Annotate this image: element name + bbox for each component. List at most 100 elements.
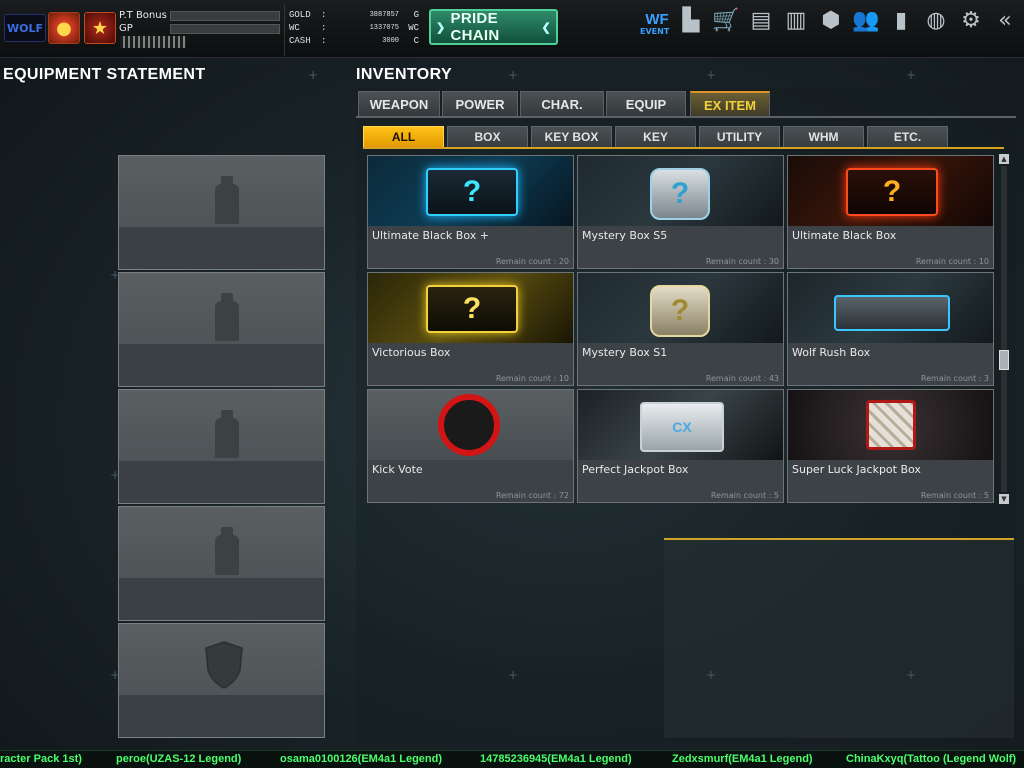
pride-chain-button[interactable]: ❯ PRIDE CHAIN ❮ <box>429 9 558 45</box>
item-card[interactable]: ? Ultimate Black Box Remain count : 10 <box>787 155 994 269</box>
item-name: Ultimate Black Box + <box>372 229 489 242</box>
subtab-box[interactable]: BOX <box>447 126 528 148</box>
ultimate-black-box-image: ? <box>788 156 993 226</box>
equipment-slot[interactable] <box>118 389 325 504</box>
tab-power[interactable]: POWER <box>442 91 518 117</box>
item-name: Kick Vote <box>372 463 423 476</box>
box-icon[interactable]: ⬢ <box>816 6 846 36</box>
toolbox-icon[interactable]: ▤ <box>746 6 776 36</box>
subtab-key[interactable]: KEY <box>615 126 696 148</box>
scroll-thumb[interactable] <box>999 350 1009 370</box>
globe-icon[interactable]: ◍ <box>921 6 951 36</box>
tab-char[interactable]: CHAR. <box>520 91 604 117</box>
wc-value: 1337075 <box>369 24 399 32</box>
item-name: Mystery Box S5 <box>582 229 668 242</box>
pride-chain-label: PRIDE CHAIN <box>450 10 500 44</box>
gold-row: GOLD : 3887857 G <box>289 10 419 20</box>
gold-unit: G <box>413 10 419 20</box>
subtab-key-box[interactable]: KEY BOX <box>531 126 612 148</box>
ticker-item: Zedxsmurf(EM4a1 Legend) <box>672 753 813 765</box>
tab-ex-item[interactable]: EX ITEM <box>690 91 770 117</box>
victorious-box-image: ? <box>368 273 573 343</box>
item-card[interactable]: ? Ultimate Black Box + Remain count : 20 <box>367 155 574 269</box>
cash-row: CASH : 3000 C <box>289 36 419 46</box>
item-card[interactable]: ? Mystery Box S5 Remain count : 30 <box>577 155 784 269</box>
inventory-scrollbar[interactable]: ▲ ▼ <box>998 154 1010 504</box>
spray-icon <box>215 176 239 224</box>
item-name: Perfect Jackpot Box <box>582 463 689 476</box>
plus-mark-icon: + <box>508 68 519 82</box>
shop-icon[interactable]: 🛒 <box>711 6 741 36</box>
chevron-right-icon: ❯ <box>436 21 446 34</box>
item-card[interactable]: Wolf Rush Box Remain count : 3 <box>787 272 994 386</box>
ranking-icon[interactable]: ▙ <box>676 6 706 36</box>
item-card[interactable]: ? Mystery Box S1 Remain count : 43 <box>577 272 784 386</box>
item-description-panel <box>664 538 1014 738</box>
shield-icon <box>205 641 243 689</box>
ultimate-black-box-plus-image: ? <box>368 156 573 226</box>
locker-icon[interactable]: ▥ <box>781 6 811 36</box>
wc-row: WC : 1337075 WC <box>289 23 419 33</box>
gold-value: 3887857 <box>369 11 399 19</box>
item-name: Wolf Rush Box <box>792 346 871 359</box>
subtab-all[interactable]: ALL <box>363 126 444 148</box>
item-remain-count: Remain count : 10 <box>495 374 569 383</box>
news-ticker: racter Pack 1st) peroe(UZAS-12 Legend) o… <box>0 750 1024 768</box>
item-card[interactable]: Kick Vote Remain count : 72 <box>367 389 574 503</box>
super-luck-jackpot-box-image <box>788 390 993 460</box>
pt-bonus-bar <box>170 11 280 21</box>
event-label: EVENT <box>640 27 670 36</box>
chevron-left-icon: ❮ <box>541 21 551 34</box>
currency-panel: GOLD : 3887857 G WC : 1337075 WC CASH : … <box>284 4 424 56</box>
cash-label: CASH <box>289 36 311 46</box>
equipment-slot[interactable] <box>118 623 325 738</box>
subtab-etc[interactable]: ETC. <box>867 126 948 148</box>
plus-mark-icon: + <box>308 668 319 682</box>
subtab-whm[interactable]: WHM <box>783 126 864 148</box>
equipment-slot[interactable] <box>118 506 325 621</box>
gp-bar <box>170 24 280 34</box>
plus-mark-icon: + <box>706 668 717 682</box>
cash-unit: C <box>413 36 419 46</box>
item-card[interactable]: Super Luck Jackpot Box Remain count : 5 <box>787 389 994 503</box>
player-nickname <box>120 36 186 48</box>
wc-label: WC <box>289 23 300 33</box>
cash-value: 3000 <box>382 37 399 45</box>
top-bar: WOLF ● ★ P.T Bonus GP GOLD : 3887857 G W… <box>0 0 1024 58</box>
inventory-title: INVENTORY <box>356 66 453 83</box>
plus-mark-icon: + <box>508 668 519 682</box>
scroll-down-icon[interactable]: ▼ <box>999 494 1009 504</box>
friends-icon[interactable]: 👥 <box>851 6 881 36</box>
gold-label: GOLD <box>289 10 311 20</box>
item-remain-count: Remain count : 20 <box>495 257 569 266</box>
item-remain-count: Remain count : 43 <box>705 374 779 383</box>
plus-mark-icon: + <box>706 68 717 82</box>
mystery-box-s5-image: ? <box>578 156 783 226</box>
item-remain-count: Remain count : 72 <box>495 491 569 500</box>
tab-equip[interactable]: EQUIP <box>606 91 686 117</box>
ticker-item: ChinaKxyq(Tattoo (Legend Wolf) <box>846 753 1017 765</box>
plus-mark-icon: + <box>906 68 917 82</box>
stats-icon[interactable]: ▮ <box>886 6 916 36</box>
equipment-slot[interactable] <box>118 155 325 270</box>
rank-star-icon: ★ <box>84 12 116 44</box>
perfect-jackpot-box-image: CX <box>578 390 783 460</box>
item-card[interactable]: CX Perfect Jackpot Box Remain count : 5 <box>577 389 784 503</box>
wolf-rush-box-image <box>788 273 993 343</box>
back-icon[interactable]: « <box>990 6 1020 36</box>
item-remain-count: Remain count : 5 <box>920 491 989 500</box>
item-remain-count: Remain count : 5 <box>710 491 779 500</box>
item-name: Ultimate Black Box <box>792 229 897 242</box>
tab-weapon[interactable]: WEAPON <box>358 91 440 117</box>
kick-vote-image <box>368 390 573 460</box>
settings-icon[interactable]: ⚙ <box>956 6 986 36</box>
scroll-up-icon[interactable]: ▲ <box>999 154 1009 164</box>
equipment-slot[interactable] <box>118 272 325 387</box>
item-card[interactable]: ? Victorious Box Remain count : 10 <box>367 272 574 386</box>
game-logo: WOLF <box>4 14 46 42</box>
ticker-item: racter Pack 1st) <box>0 753 82 765</box>
wc-unit: WC <box>408 23 419 33</box>
kick-vote-icon <box>438 394 500 456</box>
mystery-box-s1-image: ? <box>578 273 783 343</box>
subtab-utility[interactable]: UTILITY <box>699 126 780 148</box>
